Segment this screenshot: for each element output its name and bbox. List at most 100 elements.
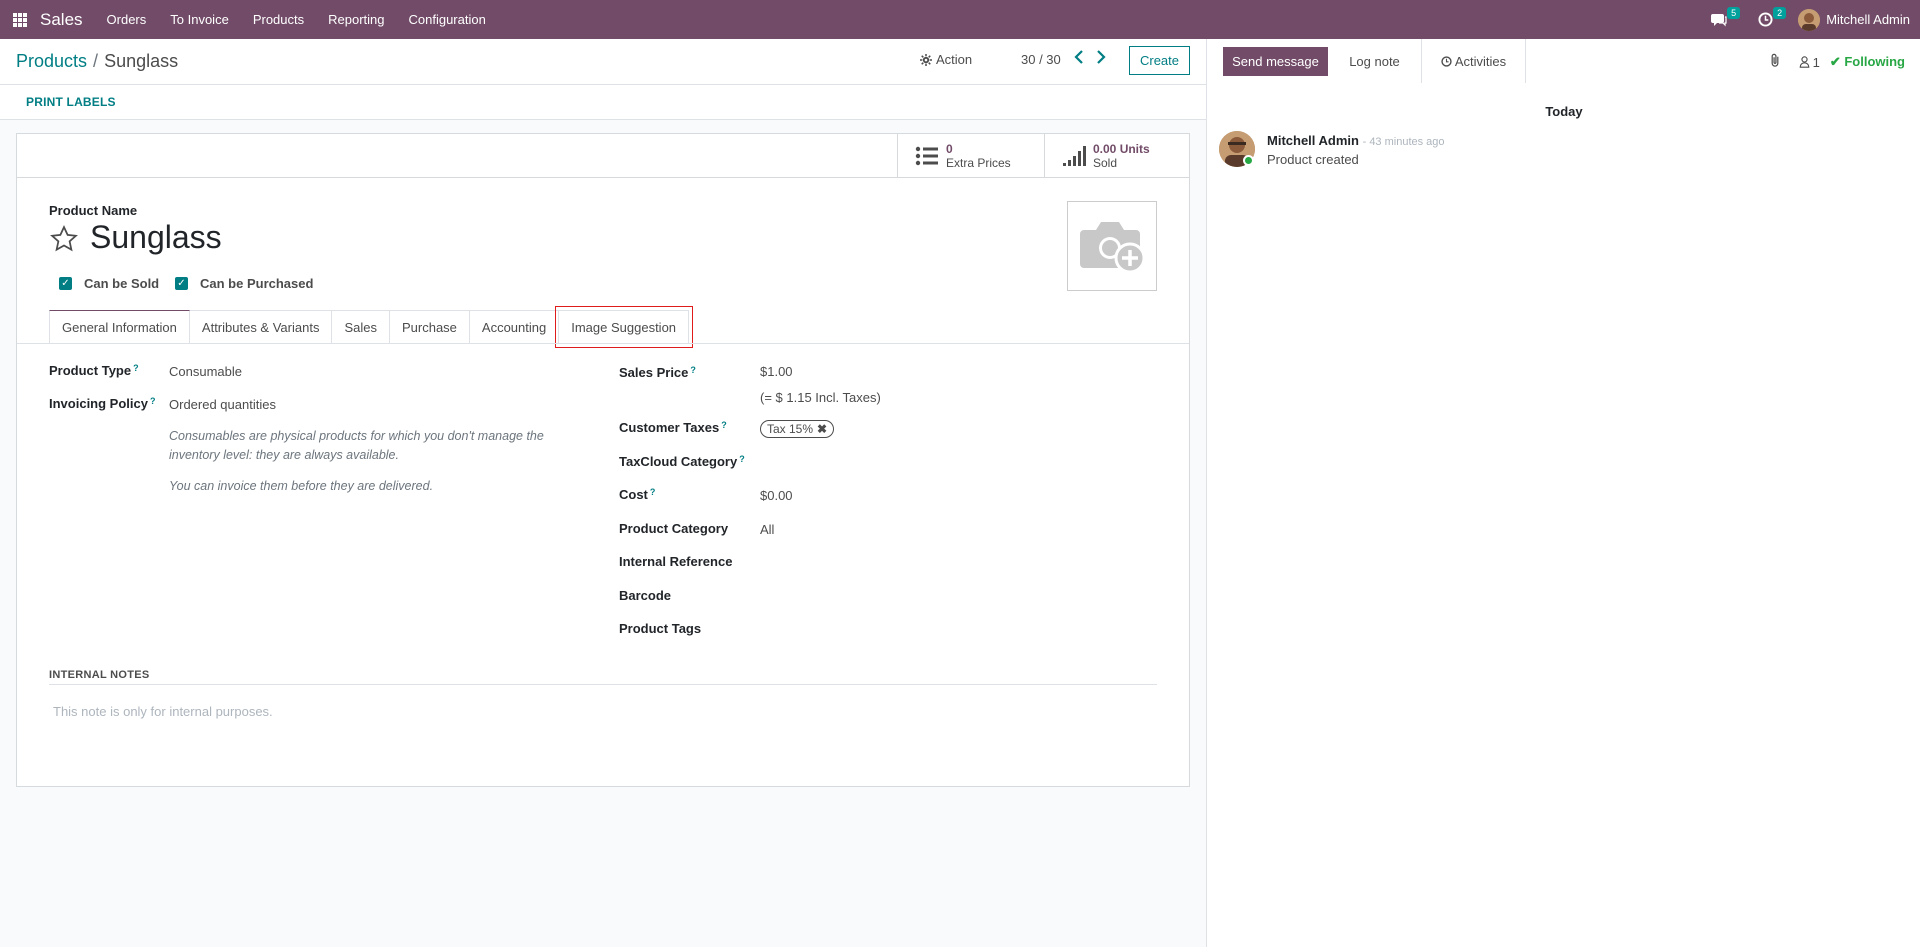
list-icon [914, 144, 940, 168]
consumable-note: Consumables are physical products for wh… [169, 429, 544, 462]
pager-next-icon[interactable] [1096, 50, 1110, 66]
cost-help-icon[interactable]: ? [650, 487, 656, 497]
product-name-label: Product Name [49, 203, 138, 218]
breadcrumb-products-link[interactable]: Products [16, 51, 87, 71]
smart-buttons-bar: 0 Extra Prices 0.00 Units Sold [17, 134, 1189, 178]
can-be-purchased-label: Can be Purchased [200, 276, 314, 291]
sold-value: 0.00 Units [1093, 141, 1150, 156]
sales-price-field[interactable]: $1.00 [760, 364, 793, 379]
can-be-purchased-row: ✓ Can be Purchased [175, 276, 313, 291]
extra-prices-value: 0 [946, 141, 953, 156]
invoicing-policy-help-icon[interactable]: ? [150, 396, 156, 406]
favorite-star-icon[interactable] [49, 224, 79, 254]
product-category-field[interactable]: All [760, 522, 774, 537]
menu-reporting[interactable]: Reporting [316, 12, 396, 27]
action-button[interactable]: Action [920, 52, 972, 67]
app-brand[interactable]: Sales [40, 10, 83, 30]
action-label: Action [936, 52, 973, 67]
invoicing-policy-field[interactable]: Ordered quantities [169, 397, 276, 412]
tab-sales[interactable]: Sales [332, 310, 390, 344]
user-avatar[interactable] [1798, 8, 1821, 31]
can-be-purchased-checkbox[interactable]: ✓ [175, 277, 188, 290]
sales-price-help-icon[interactable]: ? [690, 365, 696, 375]
tax-tag-label: Tax 15% [767, 422, 814, 436]
tax-tag: Tax 15% ✖ [760, 420, 835, 438]
tab-general-information[interactable]: General Information [49, 310, 190, 344]
pager-previous-icon[interactable] [1074, 50, 1088, 66]
pager-value[interactable]: 30 / 30 [1021, 52, 1061, 67]
form-sheet: 0 Extra Prices 0.00 Units Sold Product N… [16, 133, 1190, 787]
messages-icon[interactable]: 5 [1708, 6, 1741, 31]
internal-notes-label: INTERNAL NOTES [49, 669, 150, 681]
extra-prices-label: Extra Prices [946, 155, 1011, 170]
clock-icon [1441, 55, 1452, 67]
product-type-help-icon[interactable]: ? [133, 363, 139, 373]
product-category-label: Product Category [619, 521, 729, 536]
taxcloud-help-icon[interactable]: ? [739, 454, 745, 464]
user-name[interactable]: Mitchell Admin [1826, 12, 1910, 27]
menu-products[interactable]: Products [241, 12, 316, 27]
following-label: Following [1844, 54, 1905, 69]
product-tags-label: Product Tags [619, 621, 702, 636]
internal-notes-input[interactable]: This note is only for internal purposes. [53, 704, 273, 719]
product-image-upload[interactable] [1067, 201, 1157, 291]
breadcrumb: Products / Sunglass [16, 51, 178, 72]
message-body: Product created [1267, 152, 1359, 167]
activities-clock-icon[interactable]: 2 [1754, 6, 1787, 31]
main-menu: Orders To Invoice Products Reporting Con… [95, 12, 498, 27]
barcode-label: Barcode [619, 588, 672, 603]
product-type-field[interactable]: Consumable [169, 364, 242, 379]
following-button[interactable]: ✔ Following [1830, 54, 1905, 70]
online-status-icon [1243, 155, 1254, 166]
message-author-name[interactable]: Mitchell Admin [1267, 133, 1359, 148]
send-message-button[interactable]: Send message [1223, 47, 1328, 76]
chatter-topbar: Send message Log note Activities 1 ✔ Fol… [1207, 39, 1920, 83]
product-name-field[interactable]: Sunglass [90, 219, 222, 256]
paperclip-icon[interactable] [1769, 53, 1781, 71]
invoicing-policy-label: Invoicing Policy? [49, 396, 156, 411]
customer-taxes-help-icon[interactable]: ? [721, 420, 727, 430]
menu-orders[interactable]: Orders [95, 12, 159, 27]
top-navbar: Sales Orders To Invoice Products Reporti… [0, 0, 1920, 39]
cost-label: Cost? [619, 487, 656, 502]
apps-menu-icon[interactable] [13, 12, 27, 27]
remove-tag-icon[interactable]: ✖ [817, 422, 827, 436]
cost-field[interactable]: $0.00 [760, 488, 793, 503]
activities-button[interactable]: Activities [1422, 39, 1526, 83]
print-labels-button[interactable]: PRINT LABELS [26, 95, 116, 109]
gear-icon [920, 53, 932, 66]
messages-badge: 5 [1727, 6, 1741, 19]
log-note-button[interactable]: Log note [1328, 39, 1422, 83]
chatter-panel: Send message Log note Activities 1 ✔ Fol… [1206, 39, 1920, 947]
control-panel: Products / Sunglass Action 30 / 30 [0, 39, 1206, 85]
message-author: Mitchell Admin - 43 minutes ago [1267, 133, 1445, 148]
customer-taxes-label: Customer Taxes? [619, 420, 727, 435]
user-icon [1799, 56, 1809, 68]
create-button[interactable]: Create [1129, 46, 1190, 75]
tab-image-suggestion[interactable]: Image Suggestion [555, 306, 694, 348]
message-time: - 43 minutes ago [1362, 136, 1445, 148]
sold-button[interactable]: 0.00 Units Sold [1044, 134, 1189, 177]
sales-price-label: Sales Price? [619, 365, 696, 380]
menu-to-invoice[interactable]: To Invoice [158, 12, 241, 27]
chatter-right-tools: 1 ✔ Following [1769, 53, 1905, 71]
extra-prices-button[interactable]: 0 Extra Prices [897, 134, 1044, 177]
notebook-tabs: General Information Attributes & Variant… [49, 306, 694, 348]
signal-bars-icon [1061, 144, 1087, 168]
sold-label: Sold [1093, 155, 1118, 170]
product-type-label: Product Type? [49, 363, 139, 378]
internal-reference-label: Internal Reference [619, 554, 733, 569]
can-be-sold-label: Can be Sold [84, 276, 160, 291]
navbar-systray: 5 2 Mitchell Admin [1708, 0, 1910, 39]
camera-plus-icon [1080, 222, 1146, 274]
menu-configuration[interactable]: Configuration [397, 12, 498, 27]
can-be-sold-checkbox[interactable]: ✓ [59, 277, 72, 290]
breadcrumb-current: Sunglass [104, 51, 179, 71]
tab-attributes-variants[interactable]: Attributes & Variants [189, 310, 333, 344]
tabs-divider [17, 343, 1189, 344]
tab-accounting[interactable]: Accounting [469, 310, 560, 344]
can-be-sold-row: ✓ Can be Sold [59, 276, 159, 291]
internal-notes-divider [49, 684, 1157, 685]
tab-purchase[interactable]: Purchase [389, 310, 470, 344]
followers-button[interactable]: 1 [1799, 55, 1820, 70]
